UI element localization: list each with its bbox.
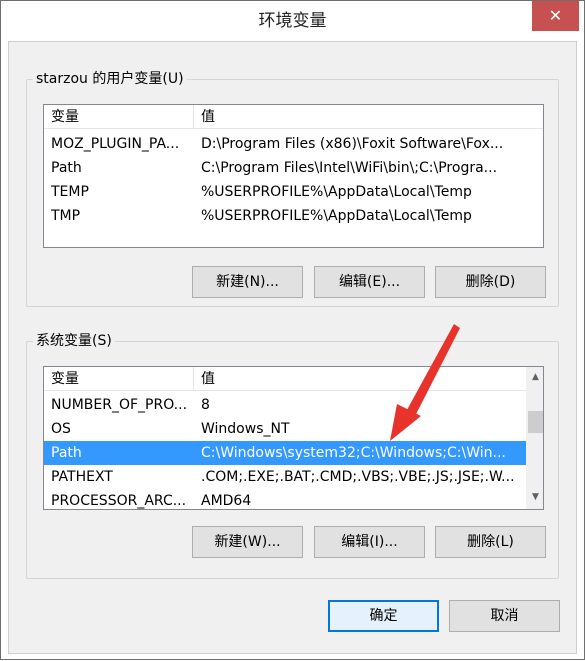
title-bar[interactable]: 环境变量 ✕ bbox=[1, 1, 584, 41]
close-button[interactable]: ✕ bbox=[532, 1, 579, 31]
user-row-value: %USERPROFILE%\AppData\Local\Temp bbox=[201, 184, 472, 200]
user-new-button[interactable]: 新建(N)... bbox=[192, 266, 303, 298]
user-row[interactable]: TMP %USERPROFILE%\AppData\Local\Temp bbox=[44, 204, 543, 228]
env-vars-dialog: 环境变量 ✕ starzou 的用户变量(U) 变量 值 MOZ_PLUGIN_… bbox=[0, 0, 585, 660]
user-row-name: Path bbox=[51, 160, 82, 176]
user-row[interactable]: MOZ_PLUGIN_PA... D:\Program Files (x86)\… bbox=[44, 132, 543, 156]
system-row-name: NUMBER_OF_PRO... bbox=[51, 397, 188, 413]
system-row-selected[interactable]: Path C:\Windows\system32;C:\Windows;C:\W… bbox=[44, 441, 526, 465]
system-variables-legend: 系统变量(S) bbox=[33, 332, 115, 350]
system-delete-button[interactable]: 删除(L) bbox=[435, 526, 546, 558]
system-list-scrollbar[interactable]: ▲ ▼ bbox=[526, 367, 543, 509]
scrollbar-thumb[interactable] bbox=[528, 411, 543, 433]
close-icon: ✕ bbox=[548, 6, 563, 25]
system-row[interactable]: NUMBER_OF_PRO... 8 bbox=[44, 393, 526, 417]
system-row-value: .COM;.EXE;.BAT;.CMD;.VBS;.VBE;.JS;.JSE;.… bbox=[201, 469, 515, 485]
system-row-name: PROCESSOR_ARC... bbox=[51, 493, 187, 509]
system-row[interactable]: PROCESSOR_ARC... AMD64 bbox=[44, 489, 526, 509]
user-variables-legend: starzou 的用户变量(U) bbox=[33, 70, 187, 88]
scroll-up-arrow-icon[interactable]: ▲ bbox=[527, 369, 543, 386]
user-row-name: TEMP bbox=[51, 184, 89, 200]
ok-button[interactable]: 确定 bbox=[328, 600, 439, 632]
user-delete-button[interactable]: 删除(D) bbox=[435, 266, 546, 298]
user-row-value: %USERPROFILE%\AppData\Local\Temp bbox=[201, 208, 472, 224]
user-row[interactable]: TEMP %USERPROFILE%\AppData\Local\Temp bbox=[44, 180, 543, 204]
user-col-variable[interactable]: 变量 bbox=[44, 105, 194, 129]
system-edit-button[interactable]: 编辑(I)... bbox=[314, 526, 425, 558]
system-col-variable[interactable]: 变量 bbox=[44, 367, 194, 391]
system-row-name: OS bbox=[51, 421, 71, 437]
cancel-button[interactable]: 取消 bbox=[449, 600, 560, 632]
system-list-header: 变量 值 bbox=[44, 367, 526, 391]
system-row[interactable]: OS Windows_NT bbox=[44, 417, 526, 441]
user-row[interactable]: Path C:\Program Files\Intel\WiFi\bin\;C:… bbox=[44, 156, 543, 180]
user-edit-button[interactable]: 编辑(E)... bbox=[314, 266, 425, 298]
system-row-value: AMD64 bbox=[201, 493, 252, 509]
user-variables-list[interactable]: 变量 值 MOZ_PLUGIN_PA... D:\Program Files (… bbox=[43, 104, 544, 248]
dialog-client-area: starzou 的用户变量(U) 变量 值 MOZ_PLUGIN_PA... D… bbox=[8, 41, 577, 654]
user-row-name: TMP bbox=[51, 208, 81, 224]
system-row-value: C:\Windows\system32;C:\Windows;C:\Win... bbox=[201, 445, 506, 461]
user-row-value: D:\Program Files (x86)\Foxit Software\Fo… bbox=[201, 136, 504, 152]
user-variables-group: starzou 的用户变量(U) 变量 值 MOZ_PLUGIN_PA... D… bbox=[26, 70, 559, 307]
system-new-button[interactable]: 新建(W)... bbox=[192, 526, 303, 558]
system-row-name: Path bbox=[51, 445, 82, 461]
system-row[interactable]: PATHEXT .COM;.EXE;.BAT;.CMD;.VBS;.VBE;.J… bbox=[44, 465, 526, 489]
user-col-value[interactable]: 值 bbox=[194, 105, 522, 129]
scroll-down-arrow-icon[interactable]: ▼ bbox=[527, 489, 543, 506]
system-row-value: 8 bbox=[201, 397, 210, 413]
system-variables-group: 系统变量(S) 变量 值 NUMBER_OF_PRO... 8 OS Windo… bbox=[26, 332, 559, 579]
window-title: 环境变量 bbox=[258, 11, 327, 31]
system-col-value[interactable]: 值 bbox=[194, 367, 526, 391]
system-variables-list[interactable]: 变量 值 NUMBER_OF_PRO... 8 OS Windows_NT Pa… bbox=[43, 366, 544, 510]
system-row-value: Windows_NT bbox=[201, 421, 290, 437]
user-row-value: C:\Program Files\Intel\WiFi\bin\;C:\Prog… bbox=[201, 160, 498, 176]
system-row-name: PATHEXT bbox=[51, 469, 113, 485]
user-list-header: 变量 值 bbox=[44, 105, 543, 129]
user-row-name: MOZ_PLUGIN_PA... bbox=[51, 136, 180, 152]
